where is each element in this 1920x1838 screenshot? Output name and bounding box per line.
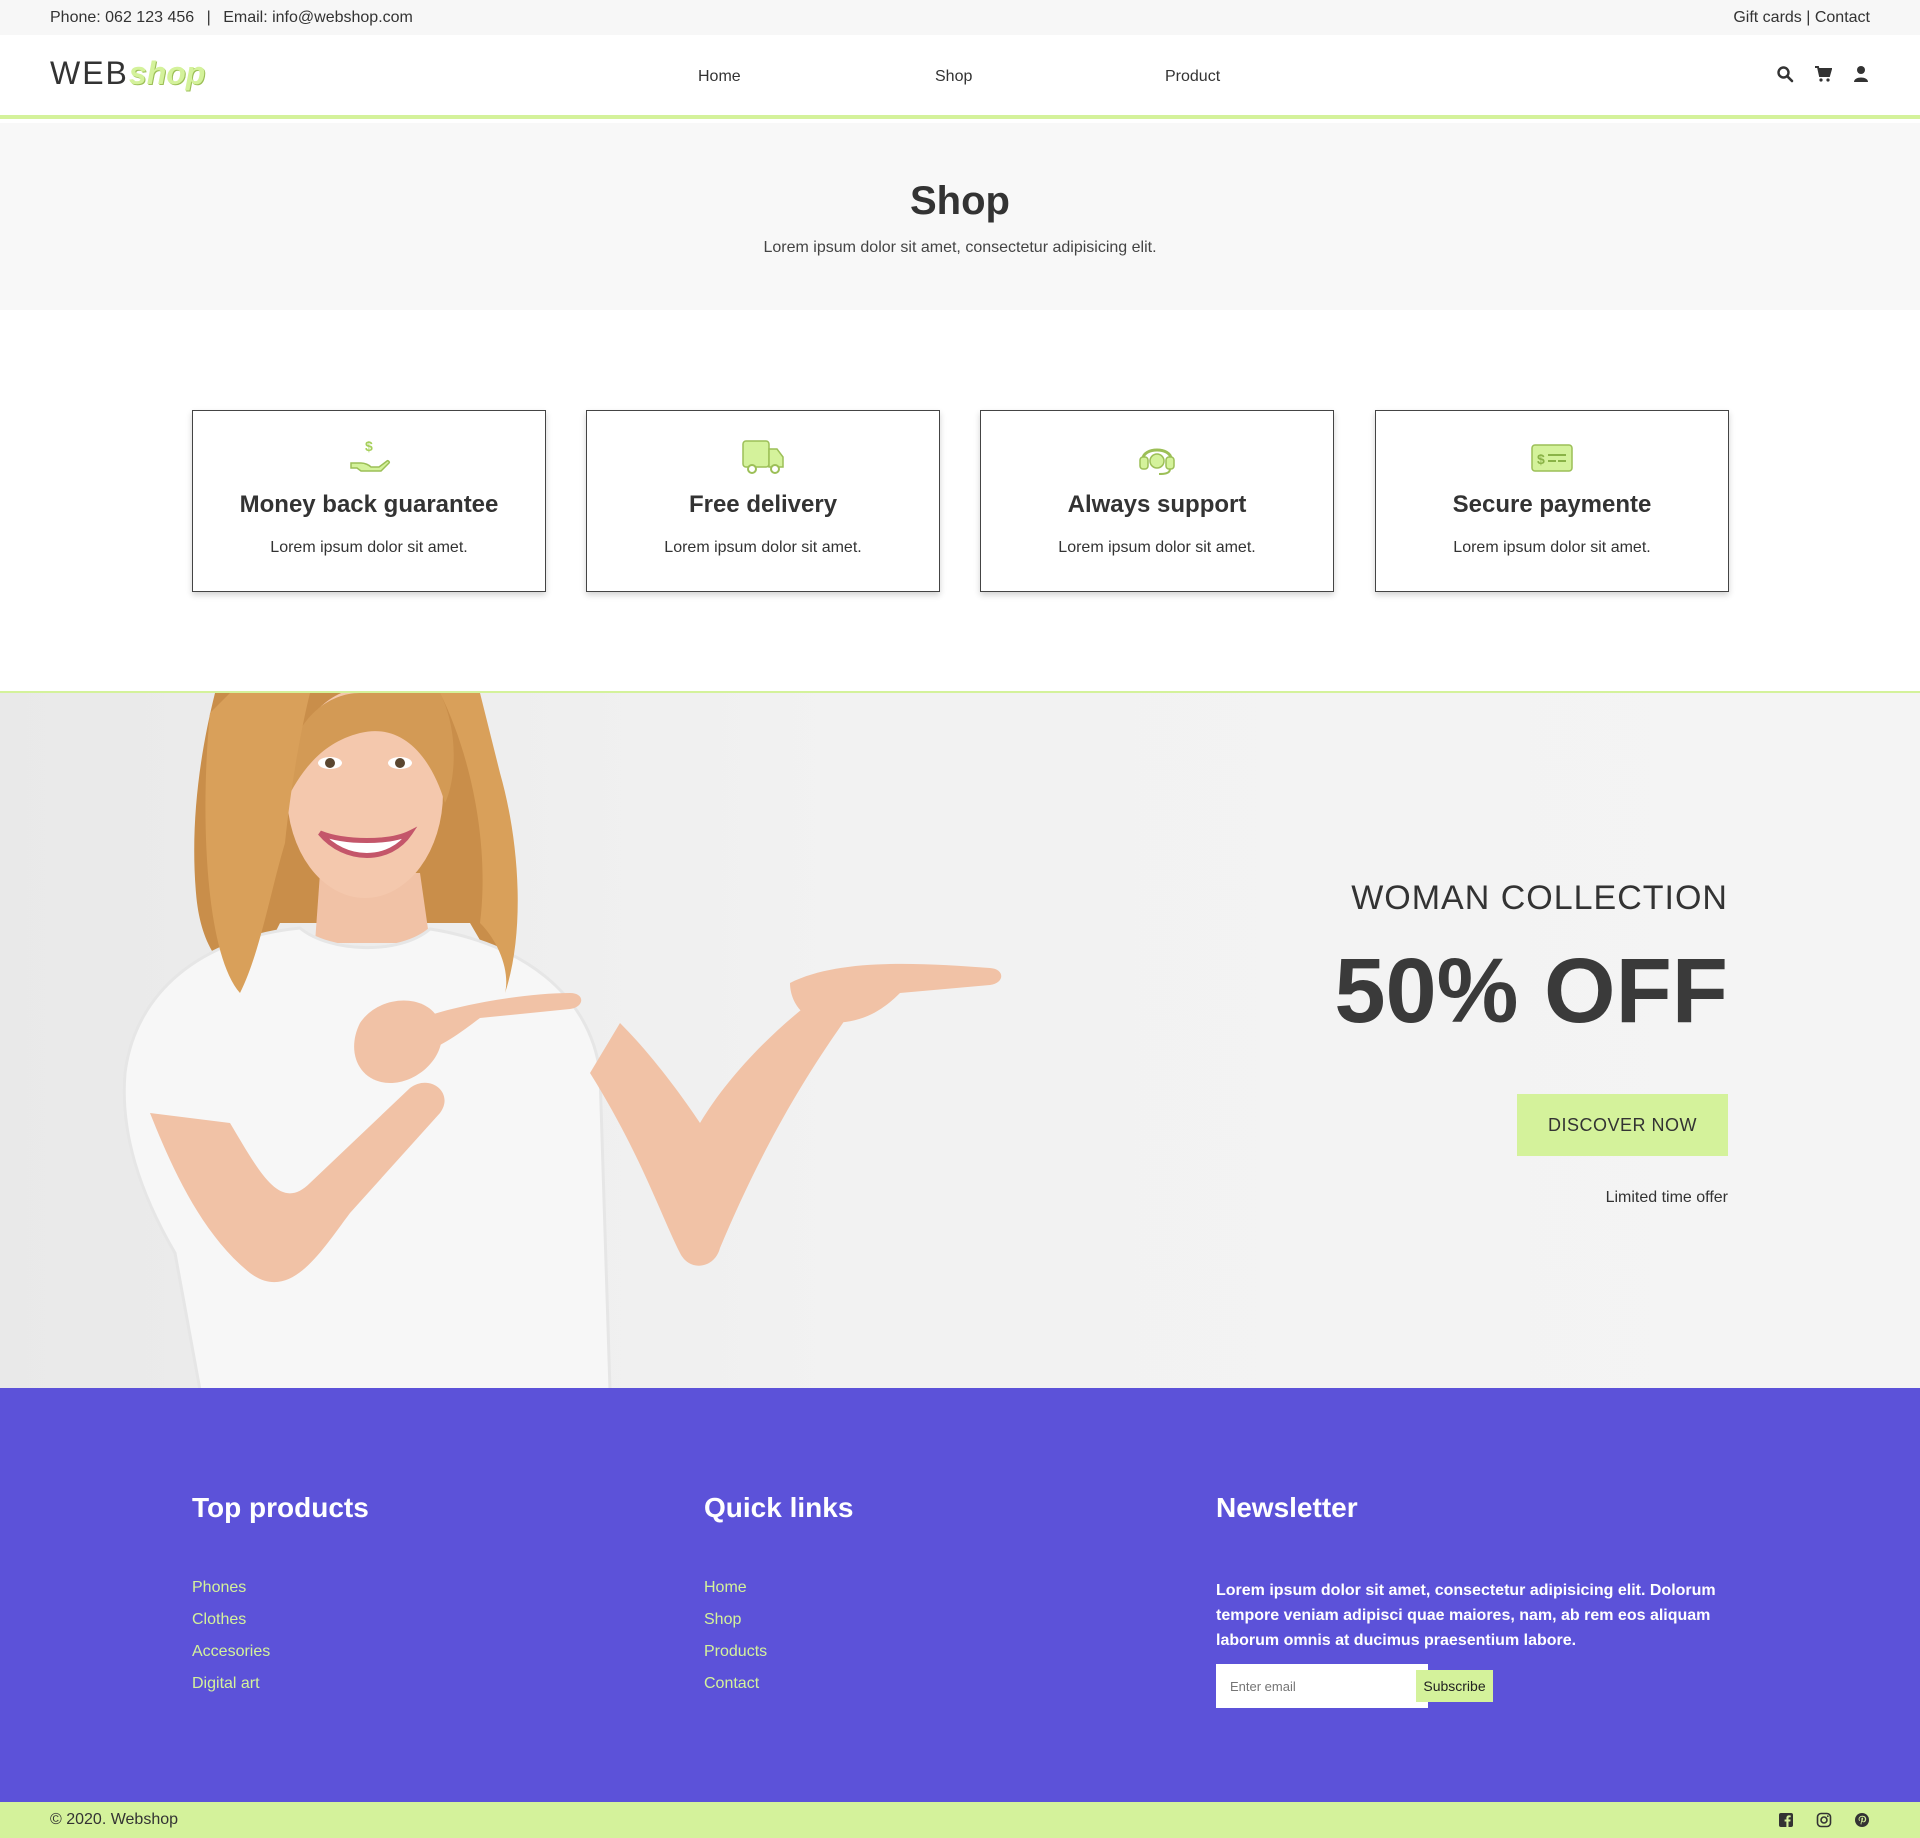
footer-heading: Top products: [192, 1492, 369, 1523]
nav-product[interactable]: Product: [1165, 68, 1220, 86]
truck-icon: [587, 437, 939, 477]
newsletter-text: Lorem ipsum dolor sit amet, consectetur …: [1216, 1582, 1716, 1649]
feature-title: Always support: [1067, 491, 1247, 518]
discover-now-button[interactable]: DISCOVER NOW: [1517, 1094, 1728, 1156]
cart-icon[interactable]: [1814, 65, 1832, 83]
user-icon[interactable]: [1852, 65, 1870, 83]
promo-note: Limited time offer: [1605, 1189, 1728, 1206]
facebook-icon[interactable]: [1778, 1812, 1794, 1828]
footer-link-accesories[interactable]: Accesories: [192, 1642, 369, 1674]
footer-link-list: Phones Clothes Accesories Digital art: [192, 1578, 369, 1706]
footer-link-products[interactable]: Products: [704, 1642, 853, 1674]
footer-heading: Quick links: [704, 1492, 854, 1523]
page-title-band: Shop Lorem ipsum dolor sit amet, consect…: [0, 123, 1920, 310]
promo-subtitle: WOMAN COLLECTION: [1351, 879, 1728, 917]
feature-text: Lorem ipsum dolor sit amet.: [1453, 539, 1651, 556]
separator: |: [206, 8, 211, 26]
promo-headline: 50% OFF: [1334, 940, 1728, 1042]
feature-text: Lorem ipsum dolor sit amet.: [1058, 539, 1256, 556]
page-title: Shop: [910, 179, 1010, 223]
footer-heading: Newsletter: [1216, 1492, 1358, 1523]
feature-card-secure-payment: $ Secure paymente Lorem ipsum dolor sit …: [1375, 410, 1729, 592]
feature-title: Secure paymente: [1452, 491, 1652, 518]
copyright-text: © 2020. Webshop: [50, 1811, 179, 1828]
gift-cards-contact-links[interactable]: Gift cards | Contact: [1733, 9, 1870, 27]
social-links: [1778, 1812, 1870, 1828]
pinterest-icon[interactable]: [1854, 1812, 1870, 1828]
feature-text: Lorem ipsum dolor sit amet.: [664, 539, 862, 556]
contact-info: Phone: 062 123 456 | Email: info@webshop…: [50, 9, 413, 27]
nav-shop[interactable]: Shop: [935, 68, 972, 86]
footer-link-phones[interactable]: Phones: [192, 1578, 369, 1610]
feature-card-free-delivery: Free delivery Lorem ipsum dolor sit amet…: [586, 410, 940, 592]
phone-text: Phone: 062 123 456: [50, 8, 195, 26]
feature-title: Free delivery: [688, 491, 838, 518]
feature-card-money-back: $ Money back guarantee Lorem ipsum dolor…: [192, 410, 546, 592]
newsletter-form: Subscribe: [1216, 1664, 1736, 1708]
page-subtitle: Lorem ipsum dolor sit amet, consectetur …: [763, 239, 1157, 256]
headset-icon: [981, 437, 1333, 477]
footer-quick-links: Quick links Home Shop Products Contact: [704, 1492, 853, 1706]
header-icons: [1776, 65, 1870, 83]
promo-banner: WOMAN COLLECTION 50% OFF DISCOVER NOW Li…: [0, 691, 1920, 1388]
money-hand-icon: $: [193, 437, 545, 477]
svg-text:$: $: [1537, 451, 1545, 467]
footer-link-home[interactable]: Home: [704, 1578, 853, 1610]
top-bar: Phone: 062 123 456 | Email: info@webshop…: [0, 0, 1920, 35]
email-text[interactable]: Email: info@webshop.com: [223, 9, 413, 26]
footer-link-digital-art[interactable]: Digital art: [192, 1674, 369, 1706]
logo[interactable]: WEBshop: [50, 55, 205, 92]
feature-title: Money back guarantee: [239, 491, 499, 518]
logo-shop: shop: [128, 55, 206, 91]
footer: Top products Phones Clothes Accesories D…: [0, 1388, 1920, 1802]
footer-link-list: Home Shop Products Contact: [704, 1578, 853, 1706]
main-header: WEBshop Home Shop Product: [0, 35, 1920, 119]
instagram-icon[interactable]: [1816, 1812, 1832, 1828]
footer-link-contact[interactable]: Contact: [704, 1674, 853, 1706]
woman-pointing-image: [122, 693, 1002, 1388]
footer-top-products: Top products Phones Clothes Accesories D…: [192, 1492, 369, 1706]
email-field[interactable]: [1216, 1664, 1428, 1708]
search-icon[interactable]: [1776, 65, 1794, 83]
feature-text: Lorem ipsum dolor sit amet.: [270, 539, 468, 556]
money-check-icon: $: [1376, 437, 1728, 477]
bottom-bar: © 2020. Webshop: [0, 1802, 1920, 1838]
footer-link-clothes[interactable]: Clothes: [192, 1610, 369, 1642]
footer-newsletter: Newsletter Lorem ipsum dolor sit amet, c…: [1216, 1492, 1736, 1708]
svg-text:$: $: [365, 438, 373, 454]
footer-link-shop[interactable]: Shop: [704, 1610, 853, 1642]
logo-web: WEB: [50, 55, 129, 91]
feature-card-always-support: Always support Lorem ipsum dolor sit ame…: [980, 410, 1334, 592]
nav-home[interactable]: Home: [698, 68, 741, 86]
subscribe-button[interactable]: Subscribe: [1416, 1670, 1493, 1702]
